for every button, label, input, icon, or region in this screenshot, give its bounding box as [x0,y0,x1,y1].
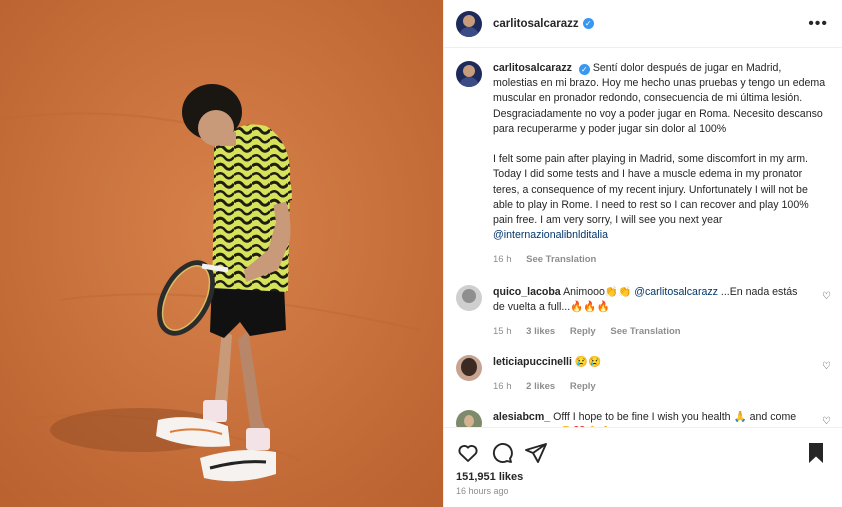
caption-body: carlitosalcarazz ✓ Sentí dolor después d… [493,61,828,268]
like-heart-icon[interactable] [456,441,480,465]
post-photo[interactable] [0,0,443,507]
comment-bubble-icon[interactable] [490,441,514,465]
comment-time[interactable]: 16 h [493,381,512,392]
author-username[interactable]: carlitosalcarazz [493,18,579,30]
comment-text: Animooo👏👏 [563,285,635,298]
save-bookmark-icon[interactable] [804,441,828,465]
caption-avatar[interactable] [456,61,482,87]
post-side-panel: carlitosalcarazz ✓ ••• carlitosalcarazz … [443,0,842,507]
comment-username[interactable]: leticiapuccinelli [493,356,572,368]
comment-likes[interactable]: 3 likes [526,326,555,337]
comment-likes[interactable]: 2 likes [526,381,555,392]
see-translation-button[interactable]: See Translation [610,326,680,337]
see-translation-button[interactable]: See Translation [526,254,596,265]
caption-time[interactable]: 16 h [493,254,512,265]
comment-item: quico_lacoba Animooo👏👏 @carlitosalcarazz… [444,284,842,339]
like-comment-heart-icon[interactable]: ♡ [822,361,831,372]
like-comment-heart-icon[interactable]: ♡ [822,416,831,427]
caption-text-en: I felt some pain after playing in Madrid… [493,153,809,227]
tennis-player-illustration [0,0,443,507]
caption: carlitosalcarazz ✓ Sentí dolor después d… [444,49,842,268]
comment-meta: 16 h 2 likes Reply [493,379,803,394]
verified-badge-icon: ✓ [578,64,590,75]
more-options-icon[interactable]: ••• [808,15,828,33]
instagram-post: carlitosalcarazz ✓ ••• carlitosalcarazz … [0,0,842,507]
comments-scroll-area[interactable]: carlitosalcarazz ✓ Sentí dolor después d… [444,49,842,427]
post-time-ago[interactable]: 16 hours ago [444,483,842,496]
comment-item: alesiabcm_ Offf I hope to be fine I wish… [444,409,842,427]
likes-count[interactable]: 151,951 likes [444,468,842,483]
comment-mention[interactable]: @carlitosalcarazz [634,286,718,298]
caption-mention[interactable]: @internazionalibnlditalia [493,229,608,241]
action-icons [444,428,842,468]
share-send-icon[interactable] [524,441,548,465]
reply-button[interactable]: Reply [570,381,596,392]
comment-body: alesiabcm_ Offf I hope to be fine I wish… [493,410,803,427]
comment-username[interactable]: alesiabcm_ [493,411,550,423]
author-avatar[interactable] [456,10,482,37]
comment-meta: 15 h 3 likes Reply See Translation [493,324,803,339]
comment-body: leticiapuccinelli 😢😢 16 h 2 likes Reply [493,355,803,394]
commenter-avatar[interactable] [456,284,482,311]
post-actions: 151,951 likes 16 hours ago [444,427,842,507]
caption-username[interactable]: carlitosalcarazz [493,62,572,74]
verified-badge-icon: ✓ [582,18,594,29]
like-comment-heart-icon[interactable]: ♡ [822,291,831,302]
comment-item: leticiapuccinelli 😢😢 16 h 2 likes Reply … [444,354,842,394]
commenter-avatar[interactable] [456,409,482,427]
caption-meta: 16 h See Translation [493,252,828,267]
comment-time[interactable]: 15 h [493,326,512,337]
comment-text: 😢😢 [574,355,602,368]
comment-body: quico_lacoba Animooo👏👏 @carlitosalcarazz… [493,285,803,339]
reply-button[interactable]: Reply [570,326,596,337]
post-header: carlitosalcarazz ✓ ••• [444,0,842,48]
commenter-avatar[interactable] [456,354,482,381]
comment-username[interactable]: quico_lacoba [493,286,561,298]
